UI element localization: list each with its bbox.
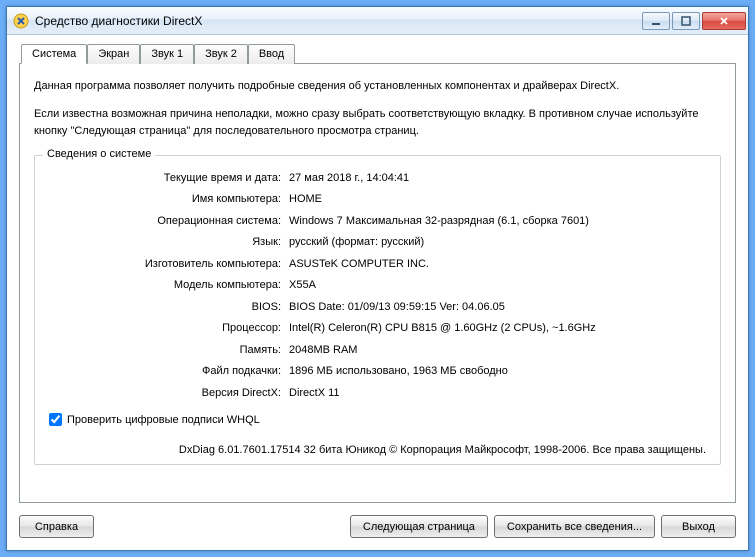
value-lang: русский (формат: русский) <box>289 234 706 251</box>
value-directx: DirectX 11 <box>289 385 706 402</box>
label-pagefile: Файл подкачки: <box>49 363 289 380</box>
next-page-button[interactable]: Следующая страница <box>350 515 488 538</box>
button-bar: Справка Следующая страница Сохранить все… <box>7 513 748 550</box>
value-memory: 2048MB RAM <box>289 342 706 359</box>
dxdiag-window: Средство диагностики DirectX Система Экр… <box>6 6 749 551</box>
row-memory: Память: 2048MB RAM <box>49 342 706 359</box>
label-directx: Версия DirectX: <box>49 385 289 402</box>
intro-text: Данная программа позволяет получить подр… <box>34 78 721 141</box>
label-bios: BIOS: <box>49 299 289 316</box>
row-directx: Версия DirectX: DirectX 11 <box>49 385 706 402</box>
maximize-button[interactable] <box>672 12 700 30</box>
intro-p2: Если известна возможная причина неполадк… <box>34 106 721 141</box>
row-computername: Имя компьютера: HOME <box>49 191 706 208</box>
dxdiag-icon <box>13 13 29 29</box>
minimize-button[interactable] <box>642 12 670 30</box>
label-manufacturer: Изготовитель компьютера: <box>49 256 289 273</box>
value-pagefile: 1896 МБ использовано, 1963 МБ свободно <box>289 363 706 380</box>
whql-label[interactable]: Проверить цифровые подписи WHQL <box>67 414 260 426</box>
value-computername: HOME <box>289 191 706 208</box>
value-cpu: Intel(R) Celeron(R) CPU B815 @ 1.60GHz (… <box>289 320 706 337</box>
row-manufacturer: Изготовитель компьютера: ASUSTeK COMPUTE… <box>49 256 706 273</box>
window-controls <box>642 12 746 30</box>
tab-system[interactable]: Система <box>21 44 87 64</box>
window-title: Средство диагностики DirectX <box>35 14 642 28</box>
titlebar[interactable]: Средство диагностики DirectX <box>7 7 748 35</box>
tab-sound2[interactable]: Звук 2 <box>194 44 248 64</box>
content-area: Система Экран Звук 1 Звук 2 Ввод Данная … <box>7 35 748 513</box>
row-datetime: Текущие время и дата: 27 мая 2018 г., 14… <box>49 170 706 187</box>
whql-checkbox[interactable] <box>49 413 62 426</box>
whql-row: Проверить цифровые подписи WHQL <box>49 413 706 426</box>
system-info-group: Сведения о системе Текущие время и дата:… <box>34 155 721 466</box>
value-model: X55A <box>289 277 706 294</box>
row-cpu: Процессор: Intel(R) Celeron(R) CPU B815 … <box>49 320 706 337</box>
row-os: Операционная система: Windows 7 Максимал… <box>49 213 706 230</box>
row-lang: Язык: русский (формат: русский) <box>49 234 706 251</box>
label-computername: Имя компьютера: <box>49 191 289 208</box>
row-model: Модель компьютера: X55A <box>49 277 706 294</box>
intro-p1: Данная программа позволяет получить подр… <box>34 78 721 96</box>
exit-button[interactable]: Выход <box>661 515 736 538</box>
label-model: Модель компьютера: <box>49 277 289 294</box>
label-memory: Память: <box>49 342 289 359</box>
value-manufacturer: ASUSTeK COMPUTER INC. <box>289 256 706 273</box>
value-bios: BIOS Date: 01/09/13 09:59:15 Ver: 04.06.… <box>289 299 706 316</box>
row-bios: BIOS: BIOS Date: 01/09/13 09:59:15 Ver: … <box>49 299 706 316</box>
label-lang: Язык: <box>49 234 289 251</box>
tab-panel-system: Данная программа позволяет получить подр… <box>19 63 736 503</box>
tab-screen[interactable]: Экран <box>87 44 140 64</box>
tab-sound1[interactable]: Звук 1 <box>140 44 194 64</box>
row-pagefile: Файл подкачки: 1896 МБ использовано, 196… <box>49 363 706 380</box>
value-datetime: 27 мая 2018 г., 14:04:41 <box>289 170 706 187</box>
tab-input[interactable]: Ввод <box>248 44 295 64</box>
value-os: Windows 7 Максимальная 32-разрядная (6.1… <box>289 213 706 230</box>
group-title: Сведения о системе <box>43 148 155 160</box>
label-cpu: Процессор: <box>49 320 289 337</box>
close-button[interactable] <box>702 12 746 30</box>
save-all-button[interactable]: Сохранить все сведения... <box>494 515 655 538</box>
label-datetime: Текущие время и дата: <box>49 170 289 187</box>
label-os: Операционная система: <box>49 213 289 230</box>
tab-strip: Система Экран Звук 1 Звук 2 Ввод <box>21 43 736 63</box>
help-button[interactable]: Справка <box>19 515 94 538</box>
footer-version: DxDiag 6.01.7601.17514 32 бита Юникод © … <box>49 444 706 456</box>
